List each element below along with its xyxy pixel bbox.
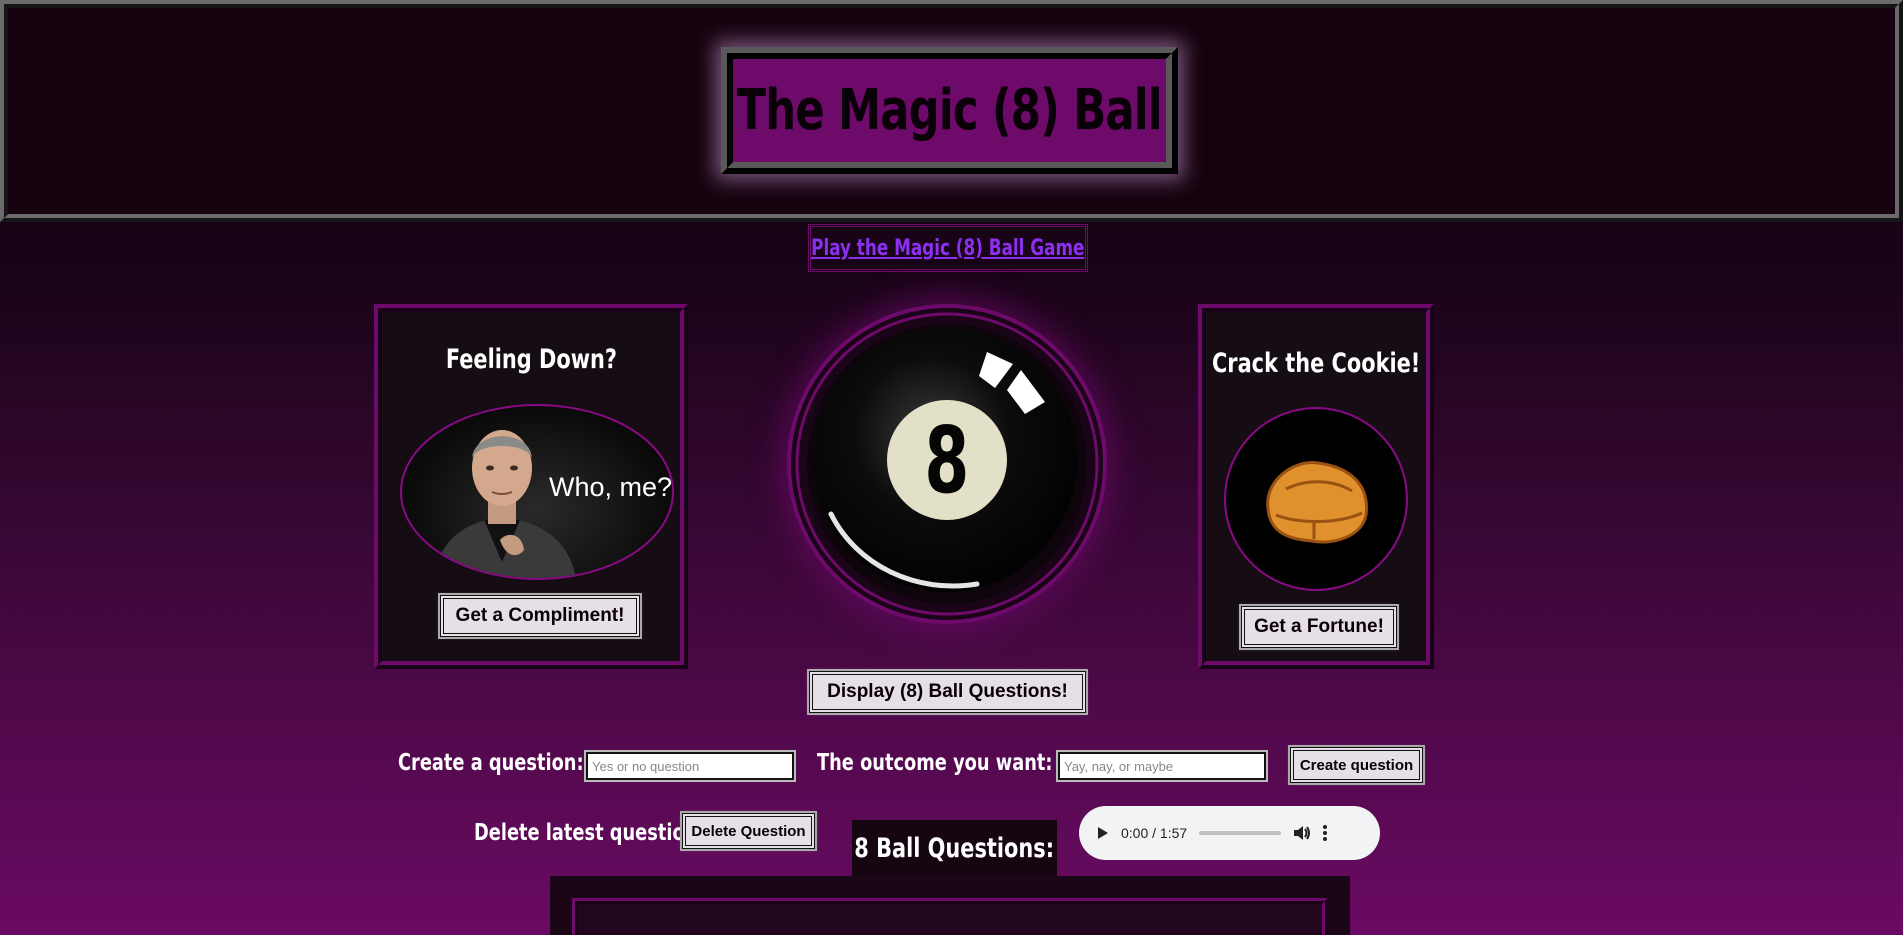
page-title: The Magic (8) Ball xyxy=(736,78,1163,143)
play-game-link[interactable]: Play the Magic (8) Ball Game xyxy=(811,236,1084,261)
compliment-card: Feeling Down? Who, me? Get a Compliment! xyxy=(374,304,688,669)
questions-list xyxy=(572,898,1328,935)
get-compliment-button[interactable]: Get a Compliment! xyxy=(438,593,642,639)
create-question-label: Create a question: xyxy=(398,750,584,776)
create-question-button[interactable]: Create question xyxy=(1288,745,1425,785)
questions-heading-tab: 8 Ball Questions: xyxy=(852,820,1057,876)
play-icon[interactable] xyxy=(1097,826,1109,840)
get-fortune-button[interactable]: Get a Fortune! xyxy=(1239,604,1399,650)
outcome-input[interactable] xyxy=(1056,750,1268,782)
outcome-label: The outcome you want: xyxy=(817,750,1053,776)
questions-panel xyxy=(550,876,1350,935)
volume-icon[interactable] xyxy=(1293,825,1311,841)
compliment-heading: Feeling Down? xyxy=(445,344,617,375)
title-box: The Magic (8) Ball xyxy=(721,47,1178,174)
fortune-card: Crack the Cookie! Get a Fortune! xyxy=(1198,304,1434,669)
fortune-cookie-icon xyxy=(1266,461,1368,544)
audio-player: 0:00 / 1:57 xyxy=(1079,806,1380,860)
play-link-box: Play the Magic (8) Ball Game xyxy=(808,224,1088,272)
question-input[interactable] xyxy=(584,750,796,782)
fortune-heading: Crack the Cookie! xyxy=(1211,348,1421,379)
audio-progress-track[interactable] xyxy=(1199,831,1282,835)
questions-heading: 8 Ball Questions: xyxy=(854,832,1055,864)
image-caption: Who, me? xyxy=(549,472,673,502)
delete-question-label: Delete latest question: xyxy=(474,820,705,846)
more-options-icon[interactable] xyxy=(1323,825,1328,841)
compliment-image: Who, me? xyxy=(400,404,674,580)
eight-ball-number: 8 xyxy=(924,406,970,514)
display-questions-button[interactable]: Display (8) Ball Questions! xyxy=(807,669,1088,715)
magic-eight-ball[interactable]: 8 xyxy=(787,304,1107,624)
audio-time: 0:00 / 1:57 xyxy=(1121,825,1188,841)
fortune-cookie-image[interactable] xyxy=(1224,407,1408,591)
delete-question-button[interactable]: Delete Question xyxy=(680,811,817,851)
